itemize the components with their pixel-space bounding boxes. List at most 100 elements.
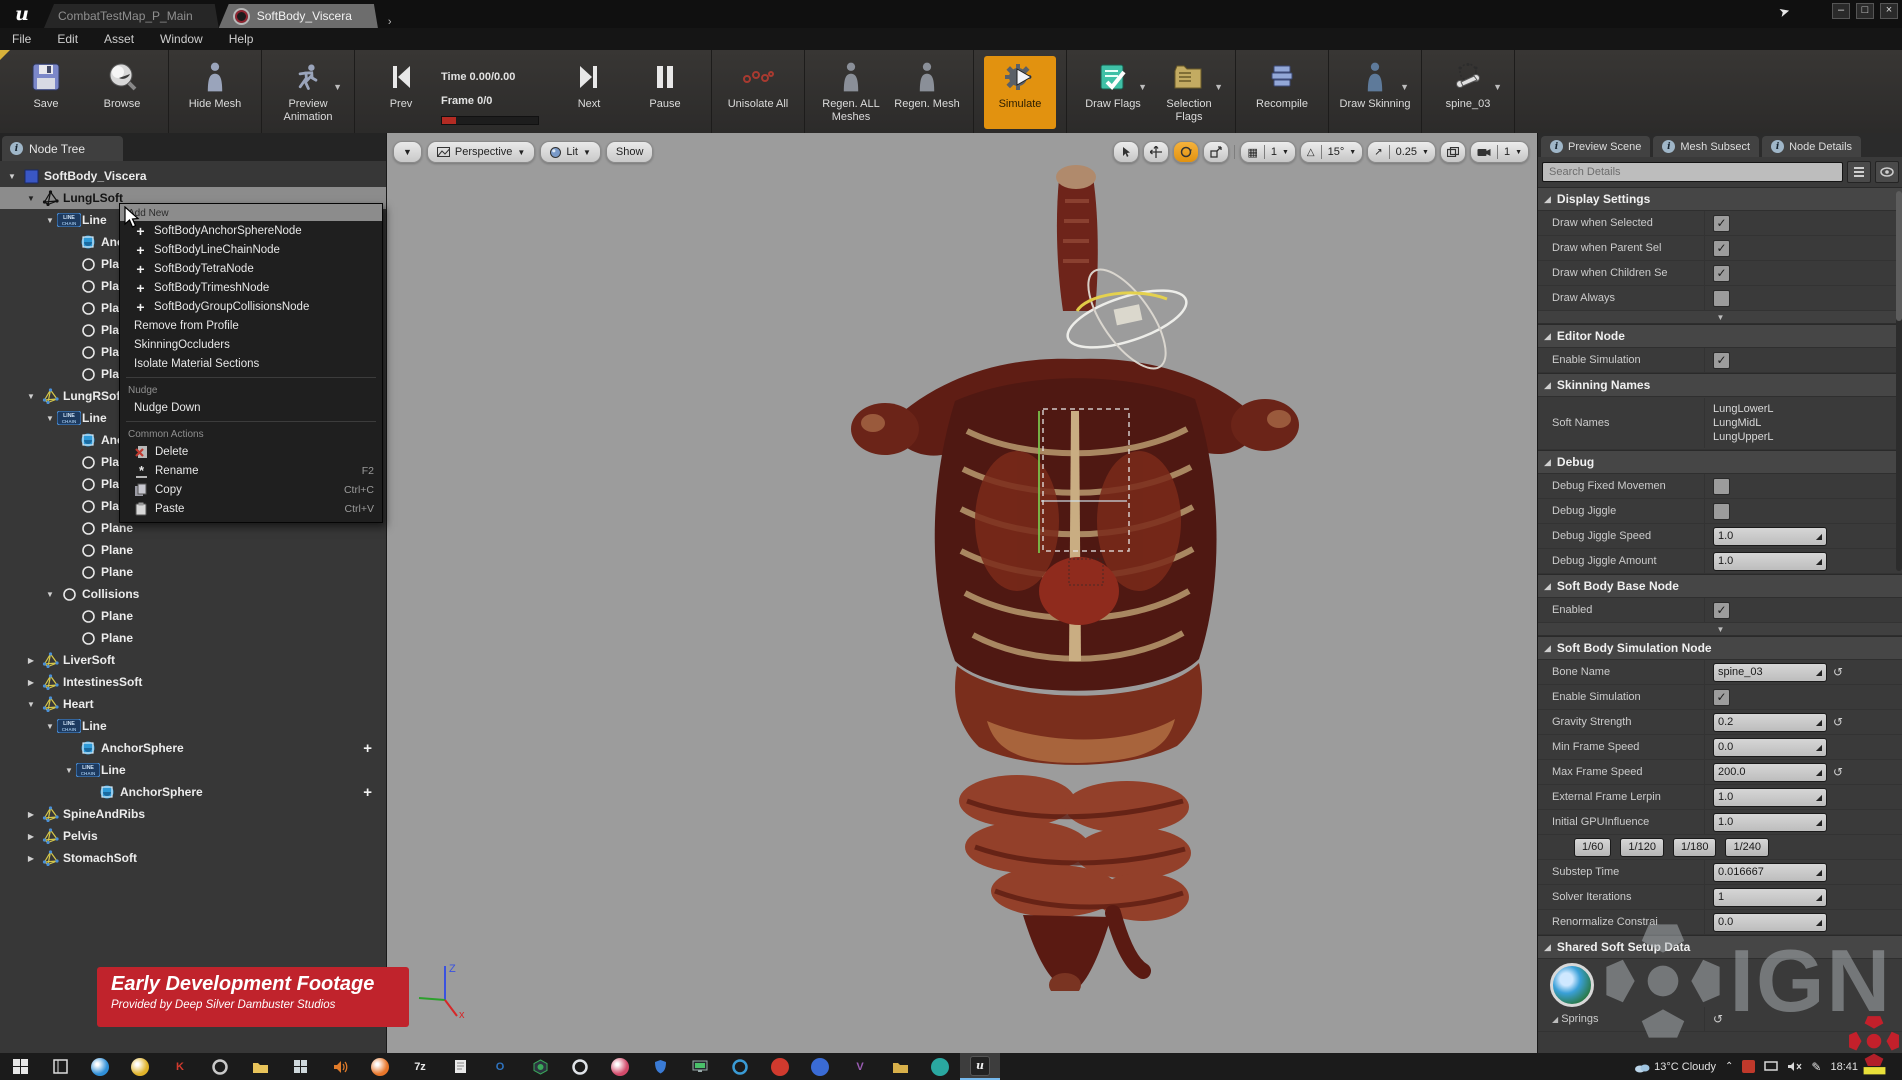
tree-row-spineandribs[interactable]: ▶SpineAndRibs — [0, 803, 386, 825]
taskbar-outlook[interactable]: O — [480, 1053, 520, 1080]
reset-to-default-icon[interactable]: ↺ — [1833, 715, 1843, 729]
preset-1-240-button[interactable]: 1/240 — [1725, 838, 1769, 857]
filter-list-button[interactable] — [1847, 161, 1871, 183]
taskbar-capture-app[interactable] — [680, 1053, 720, 1080]
value-input[interactable]: spine_03◢ — [1713, 663, 1827, 682]
taskbar-shield-app[interactable] — [520, 1053, 560, 1080]
pause-button[interactable]: Pause — [629, 56, 701, 129]
reset-to-default-icon[interactable]: ↺ — [1833, 765, 1843, 779]
tree-row-heart[interactable]: ▼Heart — [0, 693, 386, 715]
taskbar-folder-app[interactable] — [880, 1053, 920, 1080]
chevron-down-icon[interactable]: ▼ — [1214, 82, 1223, 92]
pen-tray-icon[interactable]: ✎ — [1811, 1060, 1821, 1074]
tab-overflow-icon[interactable]: › — [388, 16, 392, 28]
section-editor-node[interactable]: ◢Editor Node — [1538, 324, 1902, 348]
drag-grip-icon[interactable]: ◢ — [1816, 532, 1822, 541]
menu-asset[interactable]: Asset — [104, 32, 134, 46]
checkbox-checked[interactable]: ✓ — [1713, 215, 1730, 232]
value-input[interactable]: 0.0◢ — [1713, 913, 1827, 932]
search-details-input[interactable] — [1542, 162, 1843, 182]
taskbar-red-app[interactable] — [760, 1053, 800, 1080]
recompile-button[interactable]: Recompile — [1246, 56, 1318, 129]
taskbar-7zip[interactable]: 7z — [400, 1053, 440, 1080]
section-display-settings[interactable]: ◢Display Settings — [1538, 187, 1902, 211]
grid-snap-control[interactable]: ▦1▼ — [1240, 141, 1295, 163]
reset-to-default-icon[interactable]: ↺ — [1833, 665, 1843, 679]
taskbar-photos-app[interactable] — [280, 1053, 320, 1080]
minimize-button[interactable]: – — [1832, 3, 1850, 19]
next-button[interactable]: Next — [553, 56, 625, 129]
checkbox-checked[interactable]: ✓ — [1713, 240, 1730, 257]
timeline-scrubber[interactable] — [441, 116, 539, 125]
details-scrollbar[interactable] — [1896, 191, 1902, 571]
chevron-down-icon[interactable]: ▼ — [1400, 82, 1409, 92]
taskbar-edge[interactable] — [80, 1053, 120, 1080]
taskbar-task-view[interactable] — [40, 1053, 80, 1080]
menu-item-paste[interactable]: PasteCtrl+V — [120, 499, 382, 518]
menu-item-remove-from-profile[interactable]: Remove from Profile — [120, 316, 382, 335]
expand-open-icon[interactable]: ▼ — [25, 700, 37, 709]
value-input[interactable]: 1◢ — [1713, 888, 1827, 907]
checkbox-checked[interactable]: ✓ — [1713, 689, 1730, 706]
expand-closed-icon[interactable]: ▶ — [25, 832, 37, 841]
move-tool-button[interactable] — [1143, 141, 1169, 163]
tray-app-icon[interactable] — [1742, 1060, 1755, 1073]
taskbar-obs[interactable] — [560, 1053, 600, 1080]
value-input[interactable]: 200.0◢ — [1713, 763, 1827, 782]
tree-row-plane[interactable]: Plane — [0, 627, 386, 649]
volume-muted-icon[interactable] — [1787, 1061, 1802, 1072]
tree-row-plane[interactable]: Plane — [0, 561, 386, 583]
preview-animation-button[interactable]: Preview Animation▼ — [272, 56, 344, 129]
weather-tray-item[interactable]: 13°C Cloudy — [1634, 1061, 1716, 1073]
checkbox-unchecked[interactable]: ✓ — [1713, 290, 1730, 307]
3d-viewport[interactable]: ▼Perspective▼Lit▼Show ▦1▼△15°▼↗0.25▼1▼ Z… — [387, 133, 1537, 1053]
tree-row-intestinessoft[interactable]: ▶IntestinesSoft — [0, 671, 386, 693]
angle-snap-control[interactable]: △15°▼ — [1300, 141, 1363, 163]
tab-preview-scene[interactable]: iPreview Scene — [1541, 136, 1650, 157]
taskbar-power-app[interactable] — [720, 1053, 760, 1080]
tree-row-plane[interactable]: Plane — [0, 539, 386, 561]
expand-closed-icon[interactable]: ▶ — [25, 810, 37, 819]
taskbar-visual-studio[interactable]: V — [840, 1053, 880, 1080]
scale-tool-button[interactable] — [1203, 141, 1229, 163]
viewport-options-button[interactable]: ▼ — [393, 141, 422, 163]
value-input[interactable]: 1.0◢ — [1713, 813, 1827, 832]
expand-open-icon[interactable]: ▼ — [44, 722, 56, 731]
taskbar-file-explorer[interactable] — [240, 1053, 280, 1080]
checkbox-checked[interactable]: ✓ — [1713, 602, 1730, 619]
chevron-down-icon[interactable]: ▼ — [333, 82, 342, 92]
regen-all-meshes-button[interactable]: Regen. ALL Meshes — [815, 56, 887, 129]
Perspective-button[interactable]: Perspective▼ — [427, 141, 535, 163]
taskbar-blue-app[interactable] — [800, 1053, 840, 1080]
draw-flags-button[interactable]: Draw Flags▼ — [1077, 56, 1149, 129]
tree-row-line[interactable]: ▼LINECHAINLine — [0, 715, 386, 737]
value-input[interactable]: 1.0◢ — [1713, 527, 1827, 546]
expand-open-icon[interactable]: ▼ — [44, 414, 56, 423]
chevron-down-icon[interactable]: ▼ — [1493, 82, 1502, 92]
preset-1-120-button[interactable]: 1/120 — [1620, 838, 1664, 857]
menu-item-softbodyanchorspherenode[interactable]: +SoftBodyAnchorSphereNode — [120, 221, 382, 240]
taskbar-unreal-editor[interactable]: u — [960, 1053, 1000, 1080]
drag-grip-icon[interactable]: ◢ — [1816, 793, 1822, 802]
drag-grip-icon[interactable]: ◢ — [1816, 918, 1822, 927]
expand-closed-icon[interactable]: ▶ — [25, 854, 37, 863]
preset-1-180-button[interactable]: 1/180 — [1673, 838, 1717, 857]
menu-item-copy[interactable]: CopyCtrl+C — [120, 480, 382, 499]
browse-button[interactable]: Browse — [86, 56, 158, 129]
taskbar-start[interactable] — [0, 1053, 40, 1080]
unisolate-all-button[interactable]: Unisolate All — [722, 56, 794, 129]
taskbar-audio-app[interactable] — [320, 1053, 360, 1080]
tray-expand-icon[interactable]: ⌃ — [1725, 1061, 1733, 1072]
close-button[interactable]: × — [1880, 3, 1898, 19]
menu-item-softbodylinechainnode[interactable]: +SoftBodyLineChainNode — [120, 240, 382, 259]
expand-open-icon[interactable]: ▼ — [25, 392, 37, 401]
tree-row-anchorsphere[interactable]: AnchorSphere+ — [0, 781, 386, 803]
tree-row-stomachsoft[interactable]: ▶StomachSoft — [0, 847, 386, 869]
save-button[interactable]: Save — [10, 56, 82, 129]
camera-speed-control[interactable]: 1▼ — [1470, 141, 1529, 163]
taskbar-firefox[interactable] — [360, 1053, 400, 1080]
tree-row-anchorsphere[interactable]: AnchorSphere+ — [0, 737, 386, 759]
value-input[interactable]: 0.016667◢ — [1713, 863, 1827, 882]
spine-03-button[interactable]: spine_03▼ — [1432, 56, 1504, 129]
tab-node-tree[interactable]: i Node Tree — [2, 136, 123, 161]
